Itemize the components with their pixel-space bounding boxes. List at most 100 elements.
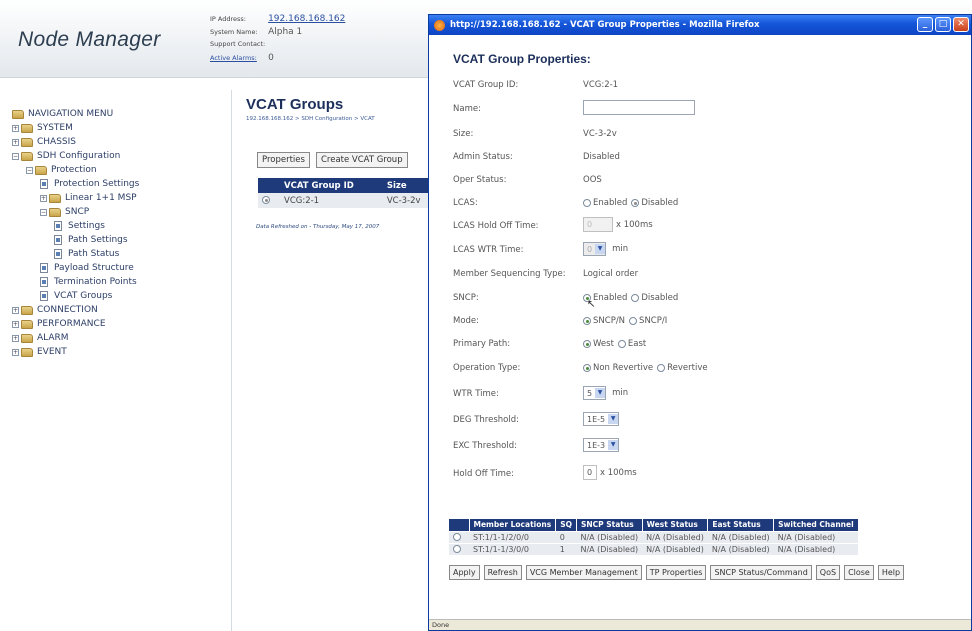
row-select-cell [258, 193, 280, 208]
expand-icon[interactable]: + [12, 138, 19, 146]
nav-root[interactable]: NAVIGATION MENU [12, 107, 113, 121]
lcas-hold-field: 0 x 100ms [583, 217, 653, 232]
ip-address-link[interactable]: 192.168.168.162 [268, 14, 345, 24]
lcas-wtr-select[interactable]: 0 ▼ [583, 242, 607, 256]
nav-sncp[interactable]: − SNCP [40, 205, 89, 219]
nav-label: Protection Settings [54, 179, 140, 189]
deg-threshold-label: DEG Threshold: [453, 415, 519, 425]
expand-icon[interactable]: + [40, 194, 47, 202]
apply-button[interactable]: Apply [449, 565, 480, 580]
wtr-time-value: 5 [587, 388, 593, 398]
collapse-icon[interactable]: − [40, 208, 47, 216]
sncp-status-cell: N/A (Disabled) [576, 530, 643, 543]
create-vcat-group-button[interactable]: Create VCAT Group [315, 152, 408, 168]
system-name-value: Alpha 1 [268, 27, 303, 37]
expand-icon[interactable]: + [12, 348, 19, 356]
nav-payload-structure[interactable]: Payload Structure [40, 261, 134, 275]
wtr-time-select[interactable]: 5 ▼ [583, 386, 607, 400]
folder-icon [21, 333, 33, 343]
expand-icon[interactable]: + [12, 334, 19, 342]
sncp-status-command-button[interactable]: SNCP Status/Command [710, 565, 812, 580]
path-west-radio[interactable] [583, 340, 591, 348]
nav-event[interactable]: + EVENT [12, 345, 67, 359]
nav-path-status[interactable]: Path Status [54, 247, 119, 261]
close-icon[interactable]: ✕ [953, 17, 969, 32]
expand-icon[interactable]: + [12, 306, 19, 314]
nav-linear-msp[interactable]: + Linear 1+1 MSP [40, 191, 137, 205]
name-input[interactable] [583, 100, 695, 115]
maximize-icon[interactable]: □ [935, 17, 951, 32]
collapse-icon[interactable]: − [26, 166, 33, 174]
collapse-icon[interactable]: − [12, 152, 19, 160]
hold-off-input[interactable]: 0 [583, 465, 597, 480]
row-radio[interactable] [453, 545, 461, 554]
page-icon [40, 277, 48, 287]
mode-sncpi-radio[interactable] [629, 317, 638, 325]
mode-options: SNCP/N SNCP/I [583, 316, 671, 326]
data-refreshed-text: Data Refreshed on - Thursday, May 17, 20… [256, 224, 380, 230]
nonrevertive-radio[interactable] [583, 364, 591, 372]
breadcrumb[interactable]: 192.168.168.162 > SDH Configuration > VC… [246, 116, 375, 122]
revertive-radio[interactable] [657, 364, 666, 372]
window-titlebar[interactable]: http://192.168.168.162 - VCAT Group Prop… [429, 15, 971, 35]
operation-type-options: Non Revertive Revertive [583, 363, 712, 373]
select-column-header [449, 519, 470, 531]
folder-icon [21, 347, 33, 357]
vcg-member-management-button[interactable]: VCG Member Management [525, 565, 642, 580]
nav-sncp-settings[interactable]: Settings [54, 219, 105, 233]
sequencing-label: Member Sequencing Type: [453, 269, 566, 279]
nav-performance[interactable]: + PERFORMANCE [12, 317, 106, 331]
close-button[interactable]: Close [844, 565, 874, 580]
qos-button[interactable]: QoS [815, 565, 841, 580]
nav-label: NAVIGATION MENU [28, 109, 114, 119]
oper-status-value: OOS [583, 175, 602, 185]
row-radio[interactable] [262, 196, 270, 204]
lcas-enabled-radio[interactable] [583, 199, 591, 207]
lcas-wtr-unit: min [612, 244, 629, 254]
exc-threshold-select[interactable]: 1E-3 ▼ [583, 438, 620, 452]
folder-icon [12, 109, 24, 119]
tp-properties-button[interactable]: TP Properties [645, 565, 707, 580]
support-contact-row: Support Contact: [210, 40, 266, 48]
lcas-disabled-radio[interactable] [631, 199, 640, 207]
nav-vcat-groups[interactable]: VCAT Groups [40, 289, 112, 303]
active-alarms-link[interactable]: Active Alarms: [210, 54, 266, 62]
group-id-cell: VCG:2-1 [280, 193, 383, 208]
sncp-disabled-radio[interactable] [631, 294, 640, 302]
path-east-radio[interactable] [617, 340, 626, 348]
minimize-icon[interactable]: _ [917, 17, 933, 32]
nonrevertive-label: Non Revertive [593, 363, 654, 373]
nav-chassis[interactable]: + CHASSIS [12, 135, 76, 149]
nav-sdh-configuration[interactable]: − SDH Configuration [12, 149, 120, 163]
nav-alarm[interactable]: + ALARM [12, 331, 69, 345]
nav-path-settings[interactable]: Path Settings [54, 233, 128, 247]
deg-threshold-select[interactable]: 1E-5 ▼ [583, 412, 620, 426]
row-radio[interactable] [453, 533, 461, 541]
mode-sncpn-radio[interactable] [583, 317, 591, 325]
switched-channel-cell: N/A (Disabled) [773, 530, 859, 543]
nav-system[interactable]: + SYSTEM [12, 121, 73, 135]
west-status-cell: N/A (Disabled) [642, 542, 708, 555]
deg-threshold-value: 1E-5 [587, 414, 606, 424]
properties-button[interactable]: Properties [257, 152, 310, 168]
refresh-button[interactable]: Refresh [483, 565, 522, 580]
admin-status-value: Disabled [583, 152, 620, 162]
expand-icon[interactable]: + [12, 124, 19, 132]
nav-protection-settings[interactable]: Protection Settings [40, 177, 139, 191]
select-column-header [258, 178, 280, 193]
action-buttons: Apply Refresh VCG Member Management TP P… [449, 565, 969, 580]
expand-icon[interactable]: + [12, 320, 19, 328]
support-contact-label: Support Contact: [210, 40, 266, 48]
firefox-icon [434, 19, 445, 31]
exc-threshold-field: 1E-3 ▼ [583, 438, 625, 452]
nav-protection[interactable]: − Protection [26, 163, 97, 177]
help-button[interactable]: Help [877, 565, 905, 580]
table-row: VCG:2-1 VC-3-2v [258, 193, 438, 208]
lcas-hold-input[interactable]: 0 [583, 217, 613, 232]
nav-termination-points[interactable]: Termination Points [40, 275, 137, 289]
nav-connection[interactable]: + CONNECTION [12, 303, 98, 317]
path-west-label: West [593, 339, 614, 349]
chevron-down-icon: ▼ [595, 244, 606, 254]
west-status-cell: N/A (Disabled) [642, 530, 708, 543]
nav-label: EVENT [37, 347, 67, 357]
